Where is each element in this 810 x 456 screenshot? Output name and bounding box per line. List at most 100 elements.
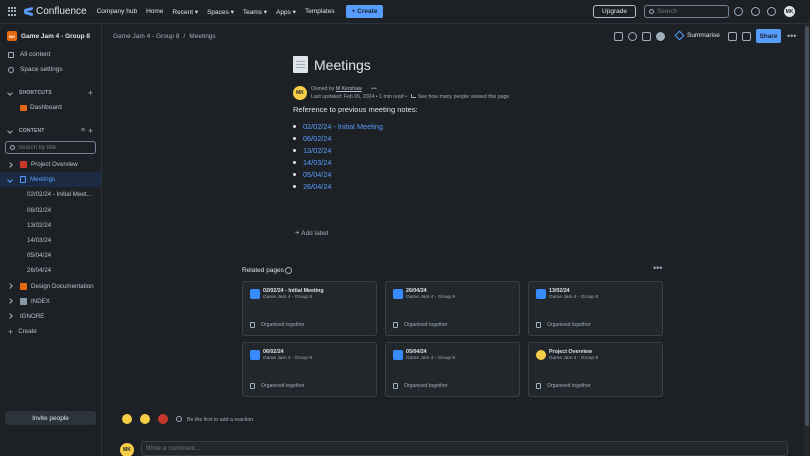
tree-item-ignore[interactable]: IGNORE	[0, 309, 101, 324]
chevron-right-icon[interactable]	[7, 283, 13, 289]
nav-templates[interactable]: Templates	[305, 8, 335, 16]
summarise-button[interactable]: Summarise	[674, 30, 720, 41]
invite-people-button[interactable]: Invite people	[5, 411, 96, 425]
related-card[interactable]: 06/02/24 Game Jam 4 - Group 8 Organised …	[242, 342, 377, 397]
create-button[interactable]: + Create	[345, 5, 384, 18]
add-shortcut-icon[interactable]: +	[88, 88, 93, 98]
related-card[interactable]: 13/02/24 Game Jam 4 - Group 8 Organised …	[528, 281, 663, 336]
comment-input[interactable]	[146, 442, 746, 455]
breadcrumb-space[interactable]: Game Jam 4 - Group 8	[113, 33, 179, 40]
comment-box[interactable]	[141, 441, 788, 456]
filter-icon[interactable]: ≡	[81, 127, 85, 134]
chevron-down-icon[interactable]	[7, 176, 13, 183]
related-card[interactable]: 02/02/24 - Initial Meeting Game Jam 4 - …	[242, 281, 377, 336]
chevron-down-icon	[7, 89, 13, 96]
space-header[interactable]: MK Game Jam 4 - Group 8	[0, 25, 101, 47]
owner-link[interactable]: M Kershaw	[336, 86, 362, 92]
tree-item-project-overview[interactable]: Project Overview	[0, 157, 101, 172]
related-card[interactable]: 26/04/24 Game Jam 4 - Group 8 Organised …	[385, 281, 520, 336]
tree-item-05-04-24[interactable]: 05/04/24	[0, 248, 101, 263]
edit-pencil-icon[interactable]	[614, 32, 623, 41]
scrollbar-thumb[interactable]	[805, 26, 809, 426]
notifications-icon[interactable]	[734, 7, 743, 16]
meeting-link[interactable]: 13/02/24	[293, 144, 383, 156]
add-content-icon[interactable]: +	[88, 126, 93, 136]
info-icon[interactable]	[285, 267, 292, 274]
help-icon[interactable]	[751, 7, 760, 16]
tree-item-label: Meetings	[30, 176, 56, 184]
nav-recent[interactable]: Recent ▾	[172, 8, 198, 16]
star-icon[interactable]	[642, 32, 651, 41]
shortcut-dashboard[interactable]: Dashboard	[0, 100, 101, 115]
tree-item-index[interactable]: INDEX	[0, 294, 101, 309]
thumbs-up-reaction-icon[interactable]	[122, 414, 132, 424]
related-more-button[interactable]: •••	[653, 263, 662, 273]
intro-text: Reference to previous meeting notes:	[293, 105, 418, 114]
meeting-link[interactable]: 26/04/24	[293, 180, 383, 192]
nav-teams[interactable]: Teams ▾	[243, 8, 267, 16]
more-actions-button[interactable]: •••	[787, 31, 796, 41]
page-emoji-icon[interactable]	[293, 56, 308, 73]
settings-gear-icon[interactable]	[767, 7, 776, 16]
nav-spaces[interactable]: Spaces ▾	[207, 8, 234, 16]
content-section-header[interactable]: CONTENT ≡ +	[0, 123, 101, 138]
sidebar-all-content[interactable]: All content	[0, 47, 101, 62]
card-footer: Organised together	[250, 322, 305, 328]
confluence-logo[interactable]: Confluence	[24, 6, 87, 17]
page-icon	[393, 289, 403, 299]
restrictions-lock-icon[interactable]	[728, 32, 737, 41]
chevron-right-icon[interactable]	[7, 161, 13, 168]
global-search[interactable]	[644, 5, 729, 18]
breadcrumb-page[interactable]: Meetings	[189, 33, 215, 40]
watch-eye-icon[interactable]	[656, 32, 665, 41]
page-title: Meetings	[314, 57, 371, 73]
clap-reaction-icon[interactable]	[140, 414, 150, 424]
page-tree: Project Overview Meetings 02/02/24 - Ini…	[0, 157, 101, 339]
tree-item-label: 05/04/24	[27, 252, 52, 260]
related-card[interactable]: Project Overview Game Jam 4 - Group 8 Or…	[528, 342, 663, 397]
sidebar-search[interactable]	[5, 141, 96, 154]
chevron-right-icon[interactable]	[7, 313, 13, 320]
nav-home[interactable]: Home	[146, 8, 163, 16]
card-space: Game Jam 4 - Group 8	[263, 356, 313, 361]
comment-avatar: MK	[120, 443, 134, 456]
add-reaction-icon[interactable]	[176, 416, 182, 422]
sidebar-space-settings[interactable]: Space settings	[0, 62, 101, 77]
chevron-right-icon[interactable]	[7, 298, 13, 305]
tree-item-meetings[interactable]: Meetings	[0, 172, 101, 188]
add-label-button[interactable]: + Add label	[295, 228, 328, 237]
tree-item-06-02-24[interactable]: 06/02/24	[0, 203, 101, 218]
share-button[interactable]: Share	[756, 29, 781, 43]
meeting-link[interactable]: 02/02/24 - Initial Meeting	[293, 120, 383, 132]
shortcuts-section-header[interactable]: SHORTCUTS +	[0, 85, 101, 100]
tree-create[interactable]: + Create	[0, 324, 101, 339]
breadcrumb-separator: /	[183, 33, 186, 40]
meeting-link[interactable]: 06/02/24	[293, 132, 383, 144]
owner-more-icon[interactable]: •••	[371, 86, 376, 92]
analytics-icon	[411, 94, 417, 98]
search-input[interactable]	[657, 8, 727, 15]
upgrade-button[interactable]: Upgrade	[593, 5, 636, 18]
related-card[interactable]: 05/04/24 Game Jam 4 - Group 8 Organised …	[385, 342, 520, 397]
nav-apps[interactable]: Apps ▾	[276, 8, 296, 16]
tree-item-14-03-24[interactable]: 14/03/24	[0, 233, 101, 248]
app-switcher-icon[interactable]	[8, 6, 18, 17]
nav-company-hub[interactable]: Company hub	[97, 8, 137, 16]
title-search-input[interactable]	[18, 144, 88, 151]
project-overview-icon	[20, 161, 27, 169]
party-reaction-icon[interactable]	[158, 414, 168, 424]
user-avatar[interactable]: MK	[784, 6, 795, 17]
comment-icon[interactable]	[628, 32, 637, 41]
card-footer: Organised together	[250, 383, 305, 389]
tree-item-26-04-24[interactable]: 26/04/24	[0, 263, 101, 278]
owner-avatar[interactable]: MK	[293, 86, 307, 100]
meeting-link[interactable]: 14/03/24	[293, 156, 383, 168]
tree-item-initial-meeting[interactable]: 02/02/24 - Initial Meet...	[0, 187, 101, 202]
tree-item-design-documentation[interactable]: Design Documentation	[0, 279, 101, 294]
project-overview-icon	[536, 350, 546, 360]
meeting-link[interactable]: 05/04/24	[293, 168, 383, 180]
copy-link-icon[interactable]	[742, 32, 751, 41]
tree-item-13-02-24[interactable]: 13/02/24	[0, 218, 101, 233]
page-icon	[393, 350, 403, 360]
page-views-link[interactable]: See how many people viewed this page	[418, 94, 509, 100]
